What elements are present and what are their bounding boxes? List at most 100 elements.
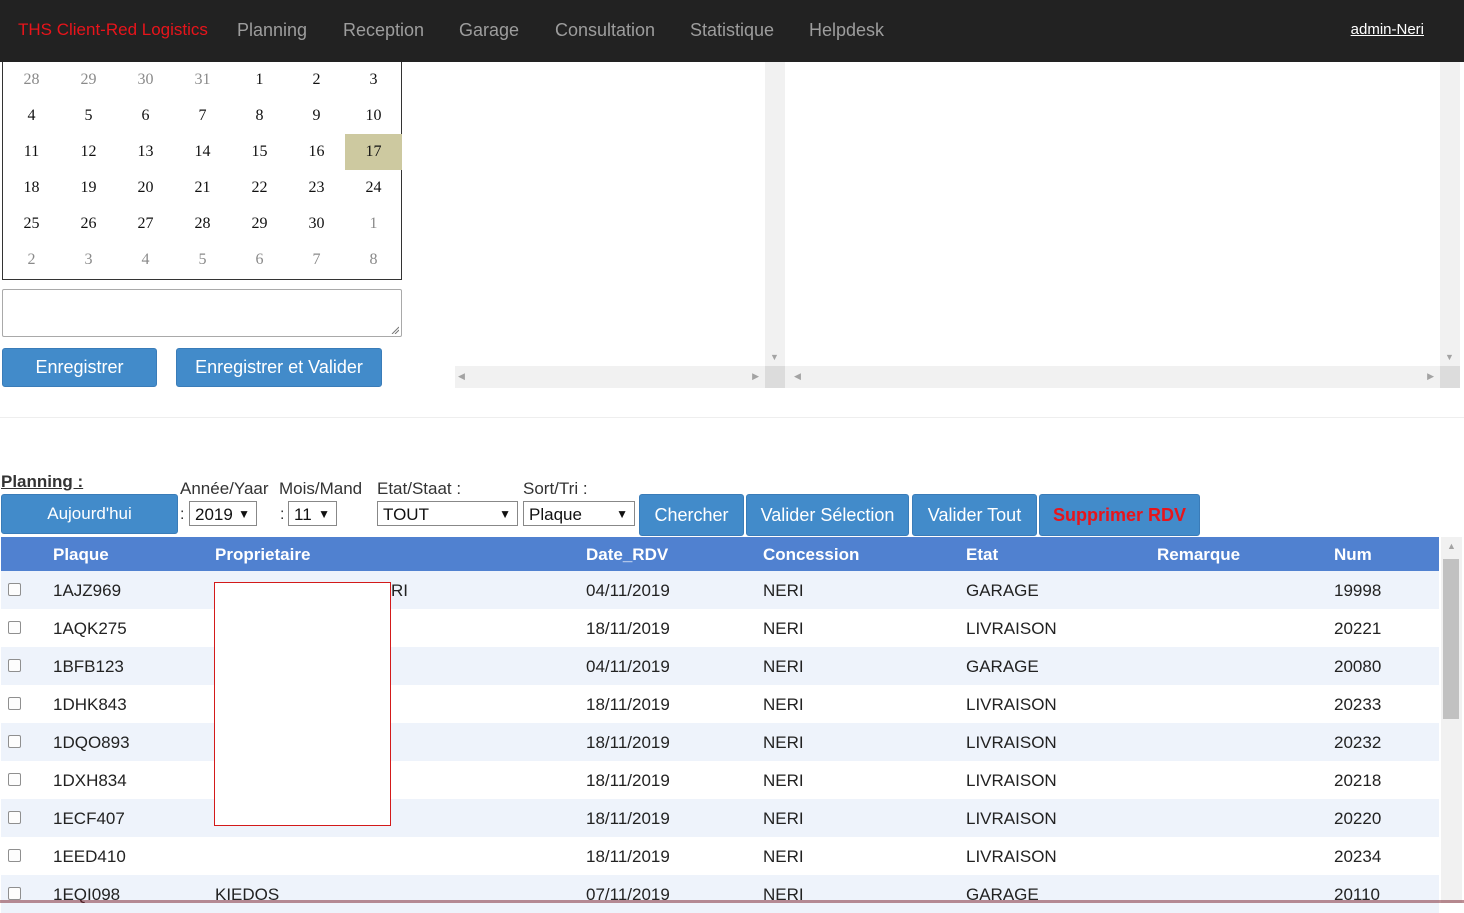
column-header-concession[interactable]: Concession [763, 545, 859, 565]
row-select-checkbox[interactable] [8, 659, 21, 672]
calendar-day[interactable]: 2 [288, 62, 345, 98]
calendar-day[interactable]: 11 [3, 134, 60, 170]
calendar-day[interactable]: 29 [231, 206, 288, 242]
calendar-day[interactable]: 4 [117, 242, 174, 278]
calendar-day[interactable]: 30 [288, 206, 345, 242]
cell-etat: GARAGE [966, 581, 1039, 600]
calendar-day[interactable]: 13 [117, 134, 174, 170]
column-header-plaque[interactable]: Plaque [53, 545, 109, 565]
calendar-day[interactable]: 20 [117, 170, 174, 206]
calendar-day[interactable]: 7 [288, 242, 345, 278]
calendar-day[interactable]: 15 [231, 134, 288, 170]
nav-item-garage[interactable]: Garage [459, 20, 519, 41]
row-select-checkbox[interactable] [8, 583, 21, 596]
year-select[interactable]: 2019 ▼ [189, 501, 257, 526]
calendar-day[interactable]: 21 [174, 170, 231, 206]
calendar-day-selected[interactable]: 17 [345, 134, 402, 170]
calendar-day[interactable]: 27 [117, 206, 174, 242]
row-select-checkbox[interactable] [8, 811, 21, 824]
row-select-checkbox[interactable] [8, 773, 21, 786]
calendar-day[interactable]: 1 [231, 62, 288, 98]
month-select-value: 11 [294, 505, 312, 524]
column-header-date-rdv[interactable]: Date_RDV [586, 545, 668, 565]
cell-num: 20221 [1334, 619, 1382, 638]
row-select-checkbox[interactable] [8, 697, 21, 710]
note-textarea[interactable] [2, 289, 402, 337]
calendar-day[interactable]: 10 [345, 98, 402, 134]
nav-item-planning[interactable]: Planning [237, 20, 307, 41]
nav-item-consultation[interactable]: Consultation [555, 20, 655, 41]
save-and-validate-button[interactable]: Enregistrer et Valider [176, 348, 382, 387]
calendar-day[interactable]: 5 [174, 242, 231, 278]
column-header-etat[interactable]: Etat [966, 545, 998, 565]
scroll-left-arrow-icon[interactable]: ◀ [794, 371, 801, 382]
calendar-day[interactable]: 24 [345, 170, 402, 206]
calendar-day[interactable]: 6 [117, 98, 174, 134]
calendar-day[interactable]: 12 [60, 134, 117, 170]
calendar-day[interactable]: 31 [174, 62, 231, 98]
left-panel-vertical-scrollbar[interactable]: ▼ [765, 62, 785, 366]
calendar-day[interactable]: 26 [60, 206, 117, 242]
calendar-day[interactable]: 18 [3, 170, 60, 206]
calendar-day[interactable]: 1 [345, 206, 402, 242]
nav-item-reception[interactable]: Reception [343, 20, 424, 41]
calendar-day[interactable]: 3 [60, 242, 117, 278]
calendar-day[interactable]: 2 [3, 242, 60, 278]
calendar-day[interactable]: 6 [231, 242, 288, 278]
user-account-link[interactable]: admin-Neri [1351, 21, 1424, 38]
right-panel-horizontal-scrollbar[interactable]: ◀ ▶ [785, 366, 1440, 388]
planning-table-header: Plaque Proprietaire Date_RDV Concession … [1, 537, 1439, 571]
calendar-day[interactable]: 5 [60, 98, 117, 134]
column-header-num[interactable]: Num [1334, 545, 1372, 565]
today-button[interactable]: Aujourd'hui [1, 494, 178, 534]
scroll-right-arrow-icon[interactable]: ▶ [752, 371, 759, 382]
brand-title[interactable]: THS Client-Red Logistics [18, 20, 208, 40]
row-select-checkbox[interactable] [8, 621, 21, 634]
calendar-day[interactable]: 8 [231, 98, 288, 134]
calendar-day[interactable]: 3 [345, 62, 402, 98]
table-row[interactable]: 1EQI098 KIEDOS 07/11/2019 NERI GARAGE 20110 [1, 875, 1439, 913]
scroll-down-arrow-icon[interactable]: ▼ [1445, 352, 1454, 362]
calendar-day[interactable]: 16 [288, 134, 345, 170]
scroll-right-arrow-icon[interactable]: ▶ [1427, 371, 1434, 382]
calendar-day[interactable]: 29 [60, 62, 117, 98]
scroll-down-arrow-icon[interactable]: ▼ [770, 352, 779, 362]
column-header-proprietaire[interactable]: Proprietaire [215, 545, 310, 565]
calendar-day[interactable]: 22 [231, 170, 288, 206]
validate-all-button[interactable]: Valider Tout [912, 494, 1037, 536]
month-select[interactable]: 11 ▼ [288, 501, 337, 526]
nav-item-helpdesk[interactable]: Helpdesk [809, 20, 884, 41]
row-select-checkbox[interactable] [8, 849, 21, 862]
left-panel-horizontal-scrollbar[interactable]: ◀ ▶ [455, 366, 765, 388]
calendar-day[interactable]: 9 [288, 98, 345, 134]
calendar-day[interactable]: 7 [174, 98, 231, 134]
search-button[interactable]: Chercher [639, 494, 744, 536]
calendar-day[interactable]: 30 [117, 62, 174, 98]
calendar-week-row: 25 26 27 28 29 30 1 [3, 206, 401, 242]
table-scroll-thumb[interactable] [1443, 559, 1459, 719]
delete-appointment-button[interactable]: Supprimer RDV [1039, 494, 1200, 536]
validate-selection-button[interactable]: Valider Sélection [746, 494, 909, 536]
month-colon: : [280, 506, 285, 523]
resize-grip-icon[interactable] [391, 326, 399, 334]
row-select-checkbox[interactable] [8, 735, 21, 748]
calendar-day[interactable]: 23 [288, 170, 345, 206]
calendar-day[interactable]: 8 [345, 242, 402, 278]
calendar-day[interactable]: 19 [60, 170, 117, 206]
save-button[interactable]: Enregistrer [2, 348, 157, 387]
row-select-checkbox[interactable] [8, 887, 21, 900]
calendar-day[interactable]: 28 [174, 206, 231, 242]
table-row[interactable]: 1EED410 18/11/2019 NERI LIVRAISON 20234 [1, 837, 1439, 875]
calendar-day[interactable]: 4 [3, 98, 60, 134]
table-vertical-scrollbar[interactable]: ▲ [1441, 537, 1462, 903]
sort-select[interactable]: Plaque ▼ [523, 501, 635, 526]
nav-item-statistique[interactable]: Statistique [690, 20, 774, 41]
scroll-up-arrow-icon[interactable]: ▲ [1447, 541, 1456, 551]
column-header-remarque[interactable]: Remarque [1157, 545, 1240, 565]
calendar-day[interactable]: 25 [3, 206, 60, 242]
calendar-day[interactable]: 14 [174, 134, 231, 170]
calendar-day[interactable]: 28 [3, 62, 60, 98]
right-panel-vertical-scrollbar[interactable]: ▼ [1440, 62, 1460, 366]
state-select[interactable]: TOUT ▼ [377, 501, 518, 526]
scroll-left-arrow-icon[interactable]: ◀ [458, 371, 465, 382]
